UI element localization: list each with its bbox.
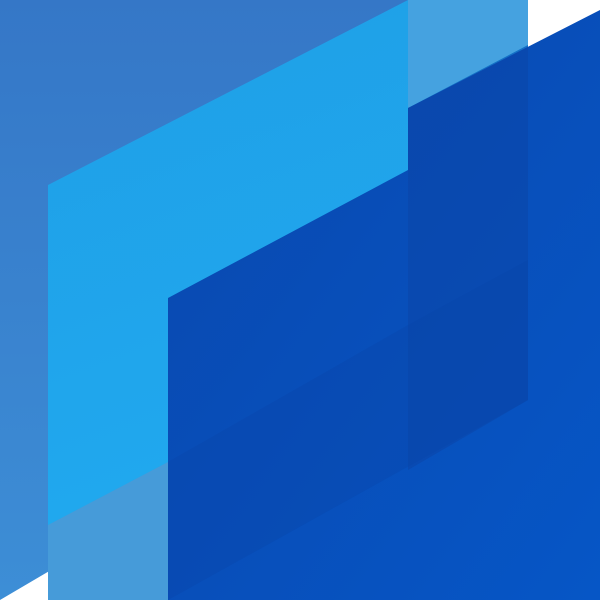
stacked-parallelogram-logo-icon: [0, 0, 600, 600]
logo-graphic: [0, 0, 600, 600]
